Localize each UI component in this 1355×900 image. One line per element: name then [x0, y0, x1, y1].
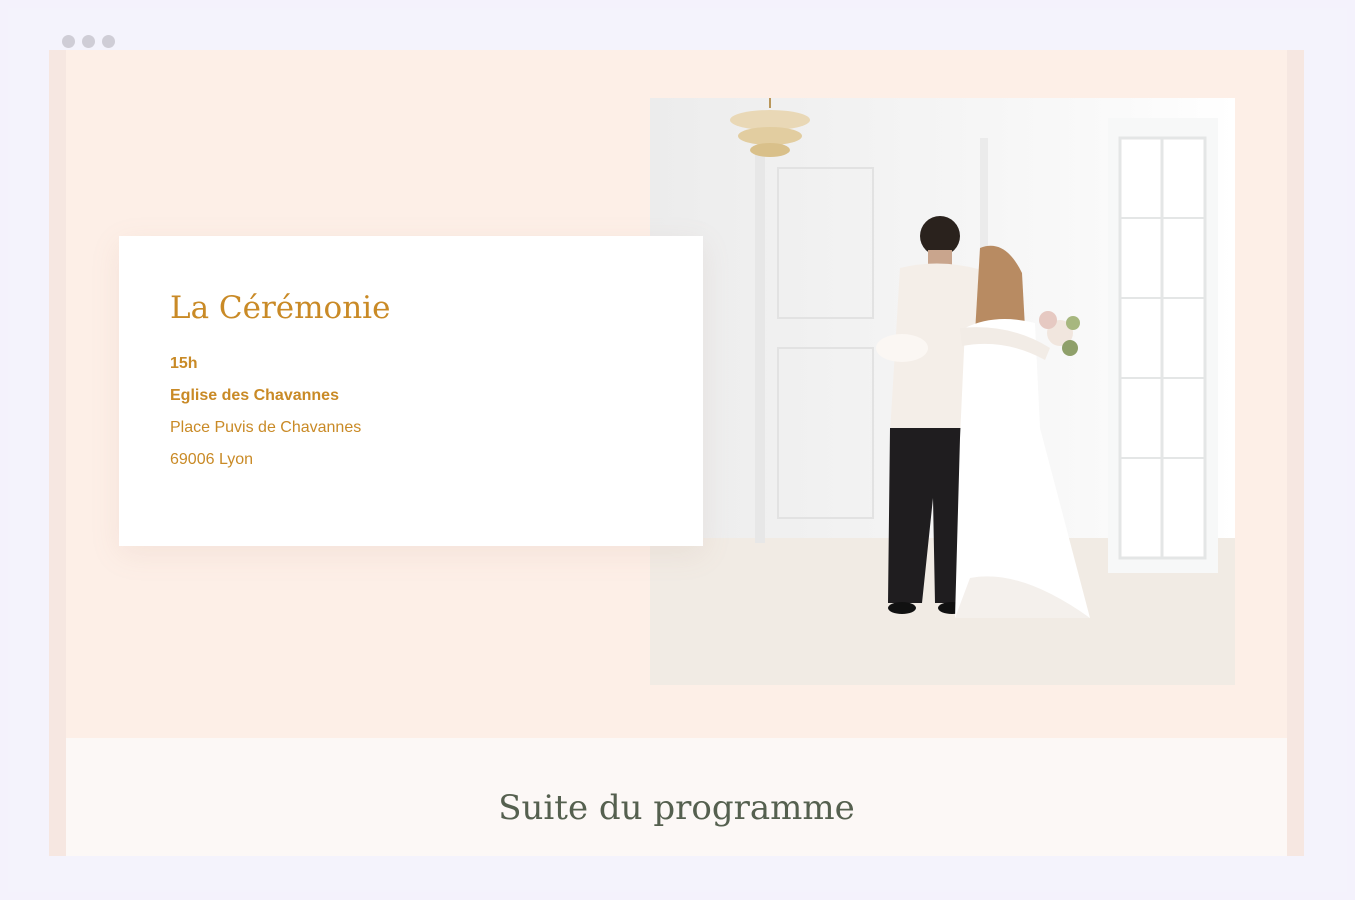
- page-viewport: La Cérémonie 15h Eglise des Chavannes Pl…: [49, 50, 1304, 856]
- ceremony-card: La Cérémonie 15h Eglise des Chavannes Pl…: [119, 236, 703, 546]
- couple-illustration: [650, 98, 1235, 685]
- ceremony-venue: Eglise des Chavannes: [170, 387, 339, 404]
- window-dot-icon[interactable]: [62, 35, 75, 48]
- ceremony-time: 15h: [170, 355, 198, 372]
- ceremony-city: 69006 Lyon: [170, 451, 254, 468]
- section-heading: Suite du programme: [498, 788, 855, 828]
- ceremony-section: La Cérémonie 15h Eglise des Chavannes Pl…: [66, 50, 1287, 738]
- ceremony-title: La Cérémonie: [170, 290, 391, 326]
- ceremony-street: Place Puvis de Chavannes: [170, 419, 362, 436]
- window-controls: [62, 35, 115, 48]
- next-program-section: Suite du programme: [66, 738, 1287, 856]
- couple-photo: [650, 98, 1235, 685]
- window-dot-icon[interactable]: [102, 35, 115, 48]
- window-dot-icon[interactable]: [82, 35, 95, 48]
